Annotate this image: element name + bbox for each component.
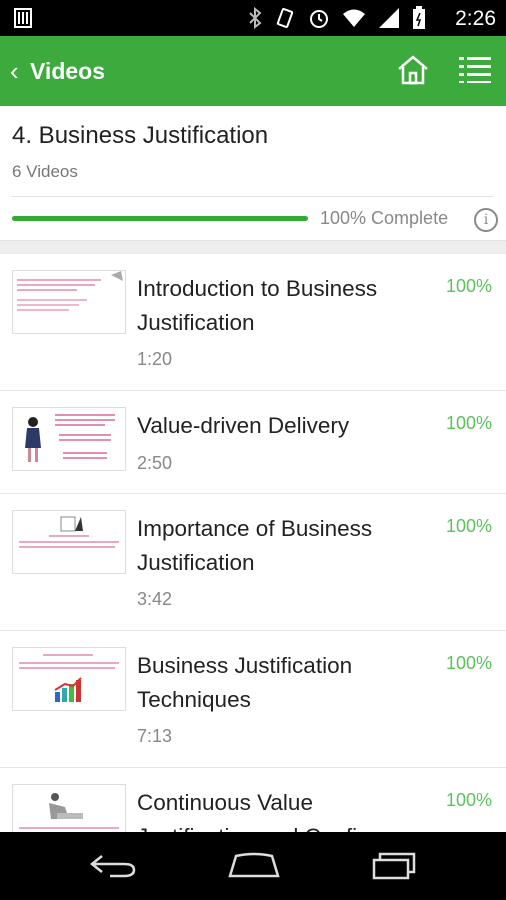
video-count: 6 Videos — [12, 162, 78, 181]
module-header: 4. Business Justification 6 Videos 100% … — [0, 106, 506, 240]
video-thumbnail[interactable] — [12, 647, 126, 711]
video-progress: 100% — [446, 790, 493, 810]
home-icon[interactable] — [226, 850, 282, 880]
list-item[interactable]: Importance of Business Justification 3:4… — [0, 494, 506, 631]
video-title-line: Business Justification — [137, 653, 353, 678]
video-duration: 1:20 — [137, 349, 173, 369]
video-title-line: Techniques — [137, 687, 251, 712]
video-title-line: Importance of Business — [137, 516, 373, 541]
section-separator — [0, 240, 506, 255]
video-progress: 100% — [446, 413, 493, 433]
video-progress: 100% — [446, 516, 493, 536]
app-bar: ‹ Videos — [0, 36, 506, 106]
video-thumbnail[interactable] — [12, 407, 126, 471]
alarm-icon — [310, 10, 328, 28]
video-title-line: Introduction to Business — [137, 276, 378, 301]
back-icon[interactable] — [88, 850, 138, 880]
video-duration: 2:50 — [137, 453, 173, 473]
video-title-line: Value-driven Delivery — [137, 413, 350, 438]
video-title[interactable]: Continuous Value Justification and Confi… — [137, 786, 437, 832]
video-progress: 100% — [446, 653, 493, 673]
bluetooth-icon — [249, 7, 262, 29]
list-menu-icon[interactable] — [458, 54, 492, 84]
clock: 2:26 — [455, 7, 496, 30]
vibrate-icon — [276, 8, 294, 28]
video-title-line: Justification and Confirm — [137, 820, 437, 832]
video-duration: 7:13 — [137, 726, 173, 746]
video-title-line: Continuous Value — [137, 790, 313, 815]
battery-icon — [413, 6, 425, 29]
video-title[interactable]: Importance of Business Justification — [137, 512, 437, 580]
list-item[interactable]: Business Justification Techniques 7:13 1… — [0, 631, 506, 768]
video-title-line: Justification — [137, 550, 255, 575]
video-title[interactable]: Value-driven Delivery — [137, 409, 437, 443]
video-progress: 100% — [446, 276, 493, 296]
progress-bar — [12, 216, 308, 221]
video-title-line: Justification — [137, 310, 255, 335]
recent-apps-icon[interactable] — [370, 850, 420, 880]
back-arrow-icon[interactable]: ‹ — [10, 58, 19, 84]
navigation-bar — [0, 832, 506, 900]
app-title[interactable]: Videos — [30, 58, 105, 85]
signal-icon — [379, 8, 399, 28]
home-icon[interactable] — [396, 54, 430, 86]
list-item[interactable]: Introduction to Business Justification 1… — [0, 254, 506, 391]
video-duration: 3:42 — [137, 589, 173, 609]
progress-label: 100% Complete — [320, 208, 449, 228]
module-title: 4. Business Justification — [12, 122, 269, 149]
info-icon[interactable]: i — [474, 208, 498, 232]
video-title[interactable]: Introduction to Business Justification — [137, 272, 437, 340]
sim-icon — [14, 8, 32, 28]
video-title[interactable]: Business Justification Techniques — [137, 649, 437, 717]
video-thumbnail[interactable] — [12, 510, 126, 574]
status-icons — [248, 6, 426, 30]
wifi-icon — [343, 9, 365, 27]
video-list[interactable]: Introduction to Business Justification 1… — [0, 254, 506, 832]
divider — [12, 196, 494, 197]
progress-fill — [12, 216, 308, 221]
list-item[interactable]: Continuous Value Justification and Confi… — [0, 768, 506, 832]
status-bar: 2:26 — [0, 0, 506, 36]
video-thumbnail[interactable] — [12, 270, 126, 334]
list-item[interactable]: Value-driven Delivery 2:50 100% — [0, 391, 506, 494]
video-thumbnail[interactable] — [12, 784, 126, 832]
